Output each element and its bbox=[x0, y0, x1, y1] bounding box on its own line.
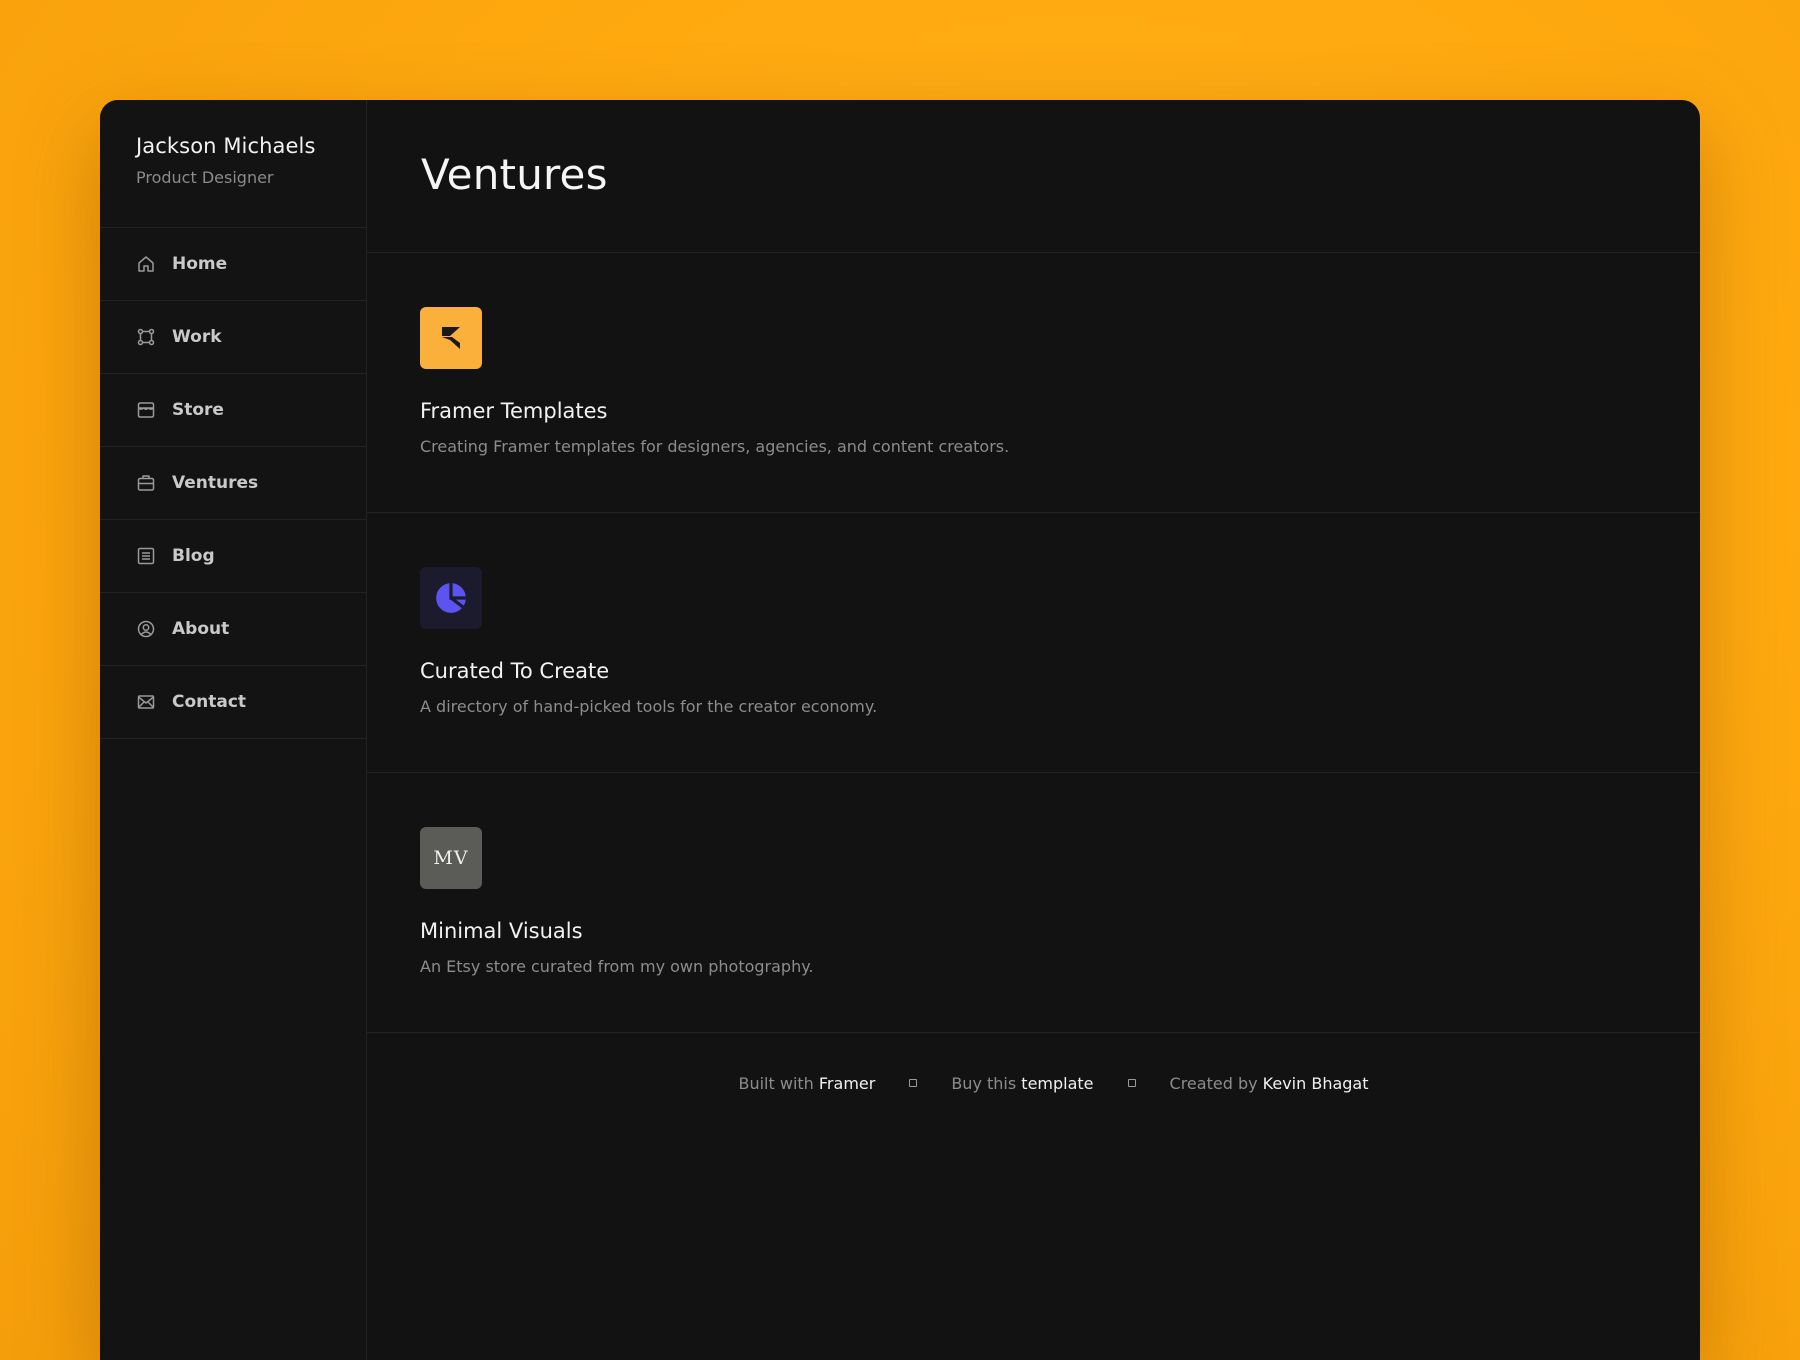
template-link[interactable]: template bbox=[1021, 1074, 1093, 1093]
profile-role: Product Designer bbox=[136, 168, 274, 187]
user-circle-icon bbox=[136, 619, 156, 639]
sidebar-item-label: Store bbox=[172, 400, 224, 420]
app-window: Jackson Michaels Product Designer Home W… bbox=[100, 100, 1700, 1360]
venture-title: Framer Templates bbox=[420, 399, 608, 423]
sidebar-item-label: Ventures bbox=[172, 473, 259, 493]
curated-logo bbox=[420, 567, 482, 629]
blog-icon bbox=[136, 546, 156, 566]
framer-link[interactable]: Framer bbox=[819, 1074, 875, 1093]
venture-description: An Etsy store curated from my own photog… bbox=[420, 957, 814, 976]
sidebar-item-work[interactable]: Work bbox=[100, 301, 366, 374]
work-icon bbox=[136, 327, 156, 347]
built-prefix: Built with bbox=[738, 1073, 814, 1093]
venture-title: Minimal Visuals bbox=[420, 919, 583, 943]
venture-item[interactable]: Framer Templates Creating Framer templat… bbox=[367, 253, 1700, 513]
buy-template-link[interactable]: Buy this template bbox=[951, 1074, 1093, 1093]
author-link[interactable]: Kevin Bhagat bbox=[1263, 1074, 1369, 1093]
sidebar-item-ventures[interactable]: Ventures bbox=[100, 447, 366, 520]
venture-title: Curated To Create bbox=[420, 659, 610, 683]
sidebar-item-label: Home bbox=[172, 254, 228, 274]
created-by-link[interactable]: Created by Kevin Bhagat bbox=[1170, 1074, 1369, 1093]
venture-item[interactable]: MV Minimal Visuals An Etsy store curated… bbox=[367, 773, 1700, 1033]
sidebar-item-label: Contact bbox=[172, 692, 247, 712]
footer: Built with Framer Buy this template Crea… bbox=[407, 1033, 1700, 1133]
main-content: Ventures Framer Templates Creating Frame… bbox=[367, 100, 1700, 1360]
built-with-link[interactable]: Built with Framer bbox=[738, 1074, 875, 1093]
sidebar-item-store[interactable]: Store bbox=[100, 374, 366, 447]
page-header: Ventures bbox=[367, 100, 1700, 253]
profile-name: Jackson Michaels bbox=[136, 134, 316, 158]
sidebar-item-contact[interactable]: Contact bbox=[100, 666, 366, 739]
profile-block: Jackson Michaels Product Designer bbox=[100, 100, 366, 228]
mail-icon bbox=[136, 692, 156, 712]
sidebar-item-home[interactable]: Home bbox=[100, 228, 366, 301]
created-prefix: Created by bbox=[1169, 1073, 1258, 1093]
mv-logo: MV bbox=[420, 827, 482, 889]
sidebar-item-label: Work bbox=[172, 327, 222, 347]
sidebar-nav: Home Work Store Ventures Blog About Cont… bbox=[100, 228, 366, 739]
venture-item[interactable]: Curated To Create A directory of hand-pi… bbox=[367, 513, 1700, 773]
buy-prefix: Buy this bbox=[951, 1073, 1017, 1093]
separator-icon bbox=[1127, 1079, 1136, 1087]
framer-logo bbox=[420, 307, 482, 369]
sidebar-item-label: About bbox=[172, 619, 230, 639]
briefcase-icon bbox=[136, 473, 156, 493]
store-icon bbox=[136, 400, 156, 420]
sidebar-item-about[interactable]: About bbox=[100, 593, 366, 666]
home-icon bbox=[136, 254, 156, 274]
venture-description: Creating Framer templates for designers,… bbox=[420, 437, 1010, 456]
venture-description: A directory of hand-picked tools for the… bbox=[420, 697, 878, 716]
sidebar-item-label: Blog bbox=[172, 546, 215, 566]
sidebar-item-blog[interactable]: Blog bbox=[100, 520, 366, 593]
sidebar: Jackson Michaels Product Designer Home W… bbox=[100, 100, 367, 1360]
page-title: Ventures bbox=[421, 150, 608, 199]
separator-icon bbox=[909, 1079, 918, 1087]
